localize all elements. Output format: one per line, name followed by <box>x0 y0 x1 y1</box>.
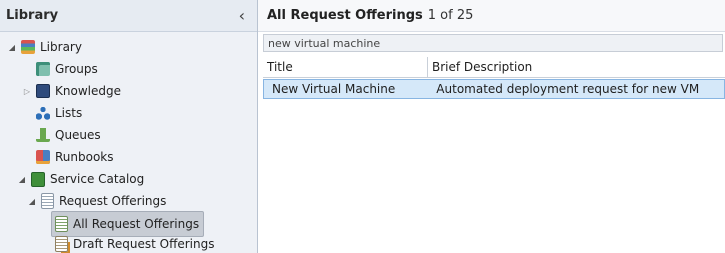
expand-arrow-icon[interactable]: ◢ <box>26 197 38 206</box>
tree-item-label: All Request Offerings <box>73 217 200 231</box>
knowledge-icon <box>36 84 50 98</box>
tree-item-groups[interactable]: Groups <box>21 58 98 80</box>
expand-arrow-icon[interactable]: ▷ <box>21 87 33 96</box>
runbooks-icon <box>36 150 50 164</box>
groups-icon <box>36 62 50 76</box>
tree-item-label: Knowledge <box>55 84 121 98</box>
lists-icon <box>36 106 50 120</box>
tree-item-lists[interactable]: Lists <box>21 102 82 124</box>
expand-arrow-icon[interactable]: ◢ <box>6 43 18 52</box>
content-pane: All Request Offerings 1 of 25 Title Brie… <box>258 0 725 253</box>
draft-request-offerings-icon <box>55 236 68 252</box>
page-title: All Request Offerings <box>267 8 423 23</box>
tree-item-label: Library <box>40 40 82 54</box>
request-offerings-icon <box>41 193 54 209</box>
service-catalog-icon <box>31 171 45 187</box>
tree-item-service-catalog[interactable]: ◢ Service Catalog <box>16 168 144 190</box>
collapse-pane-icon[interactable]: ‹ <box>239 7 245 24</box>
library-icon <box>21 40 35 54</box>
column-header-brief-description[interactable]: Brief Description <box>428 57 725 77</box>
tree-item-queues[interactable]: Queues <box>21 124 101 146</box>
expand-arrow-icon[interactable]: ◢ <box>16 175 28 184</box>
tree-item-runbooks[interactable]: Runbooks <box>21 146 114 168</box>
column-header-title[interactable]: Title <box>263 57 428 77</box>
all-request-offerings-icon <box>55 216 68 232</box>
cell-title: New Virtual Machine <box>272 82 396 96</box>
table-row[interactable]: New Virtual Machine Automated deployment… <box>263 79 725 99</box>
tree-item-label: Lists <box>55 106 83 120</box>
queues-icon <box>36 128 50 142</box>
offerings-table: Title Brief Description New Virtual Mach… <box>263 57 725 99</box>
tree-item-request-offerings[interactable]: ◢ Request Offerings <box>26 190 166 212</box>
tree-item-label: Groups <box>55 62 98 76</box>
tree-item-label: Draft Request Offerings <box>73 237 215 251</box>
tree-item-label: Queues <box>55 128 101 142</box>
content-header: All Request Offerings 1 of 25 <box>258 0 725 32</box>
tree-item-knowledge[interactable]: ▷ Knowledge <box>21 80 121 102</box>
navigation-header: Library ‹ <box>0 0 257 32</box>
table-header: Title Brief Description <box>263 57 725 78</box>
cell-brief-description: Automated deployment request for new VM <box>436 82 700 96</box>
search-input[interactable] <box>263 34 723 52</box>
tree-item-label: Runbooks <box>55 150 114 164</box>
navigation-title: Library <box>6 8 59 23</box>
item-count: 1 of 25 <box>427 8 474 23</box>
tree-item-draft-request-offerings[interactable]: Draft Request Offerings <box>52 233 214 253</box>
tree-item-label: Request Offerings <box>59 194 167 208</box>
navigation-pane: Library ‹ ◢ Library Groups ▷ Knowledge L… <box>0 0 258 253</box>
tree-item-library[interactable]: ◢ Library <box>6 36 82 58</box>
tree-item-label: Service Catalog <box>50 172 145 186</box>
